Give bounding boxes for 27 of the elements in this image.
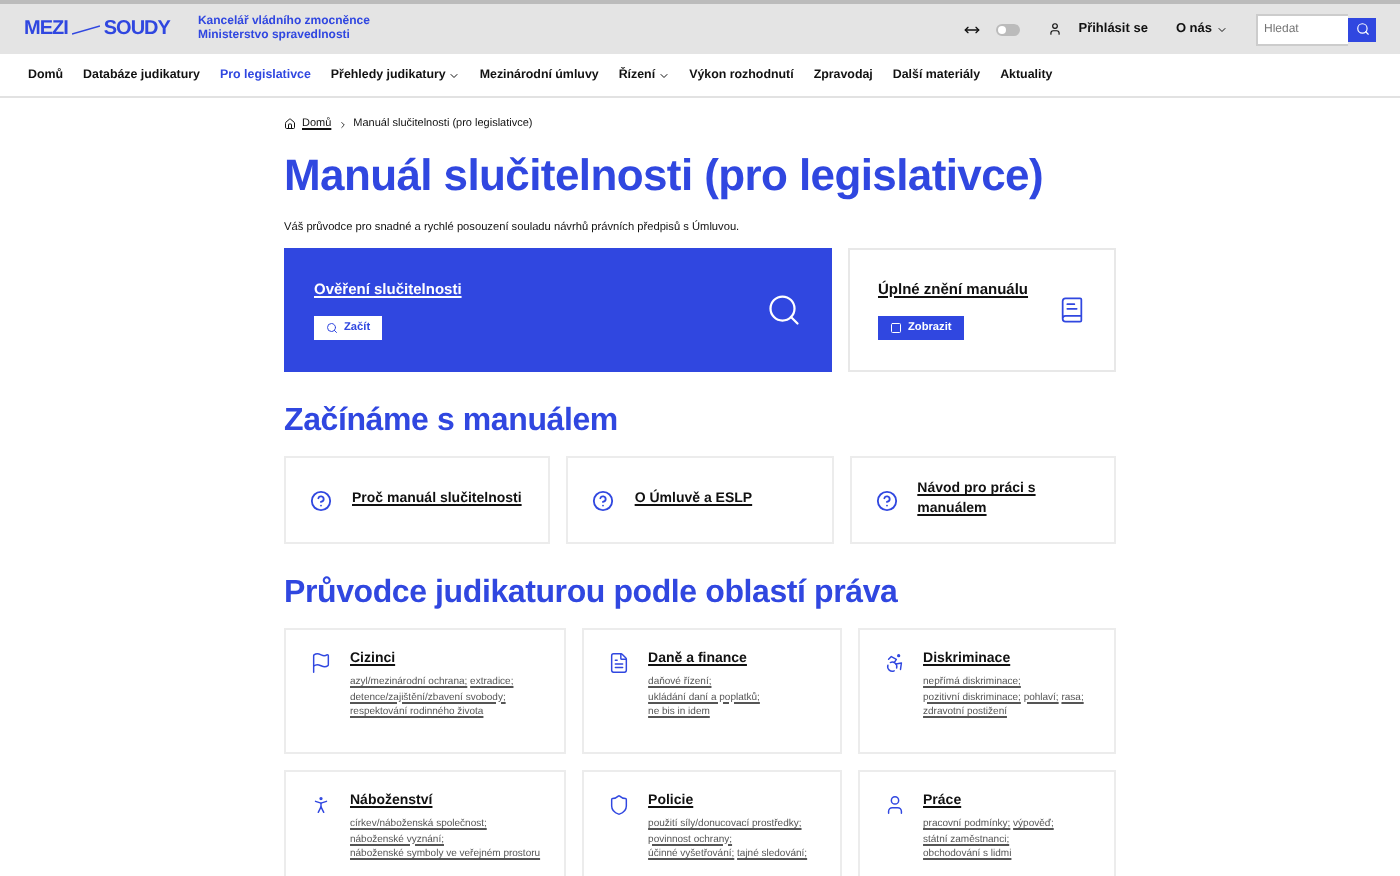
search-button[interactable] [1348, 17, 1376, 41]
shield-icon [608, 794, 631, 816]
wheelchair-icon [883, 652, 906, 674]
user-icon [883, 794, 906, 816]
chevron-down-icon [1216, 23, 1228, 35]
search-icon [766, 292, 802, 328]
chevron-down-icon [657, 69, 670, 81]
section-heading: Průvodce judikaturou podle oblastí práva [284, 576, 900, 612]
search-icon [326, 322, 338, 334]
logo[interactable]: MEZI SOUDY [24, 18, 170, 40]
square-icon [890, 322, 902, 334]
chevron-icon [337, 119, 348, 129]
search-icon [1355, 22, 1369, 36]
flag-icon [310, 652, 332, 674]
document-icon [608, 652, 631, 674]
help-icon [310, 489, 332, 511]
section-heading: Začínáme s manuálem [284, 404, 620, 440]
person-icon [310, 794, 332, 816]
home-icon [284, 118, 296, 130]
width-icon [964, 21, 981, 37]
page-title: Manuál slučitelnosti (pro legislativce) [284, 150, 1045, 202]
toggle-switch[interactable] [996, 23, 1021, 35]
chevron-down-icon [447, 69, 460, 81]
book-icon [1058, 296, 1086, 324]
user-icon [1048, 22, 1063, 36]
help-icon [592, 489, 615, 511]
help-icon [875, 489, 898, 511]
